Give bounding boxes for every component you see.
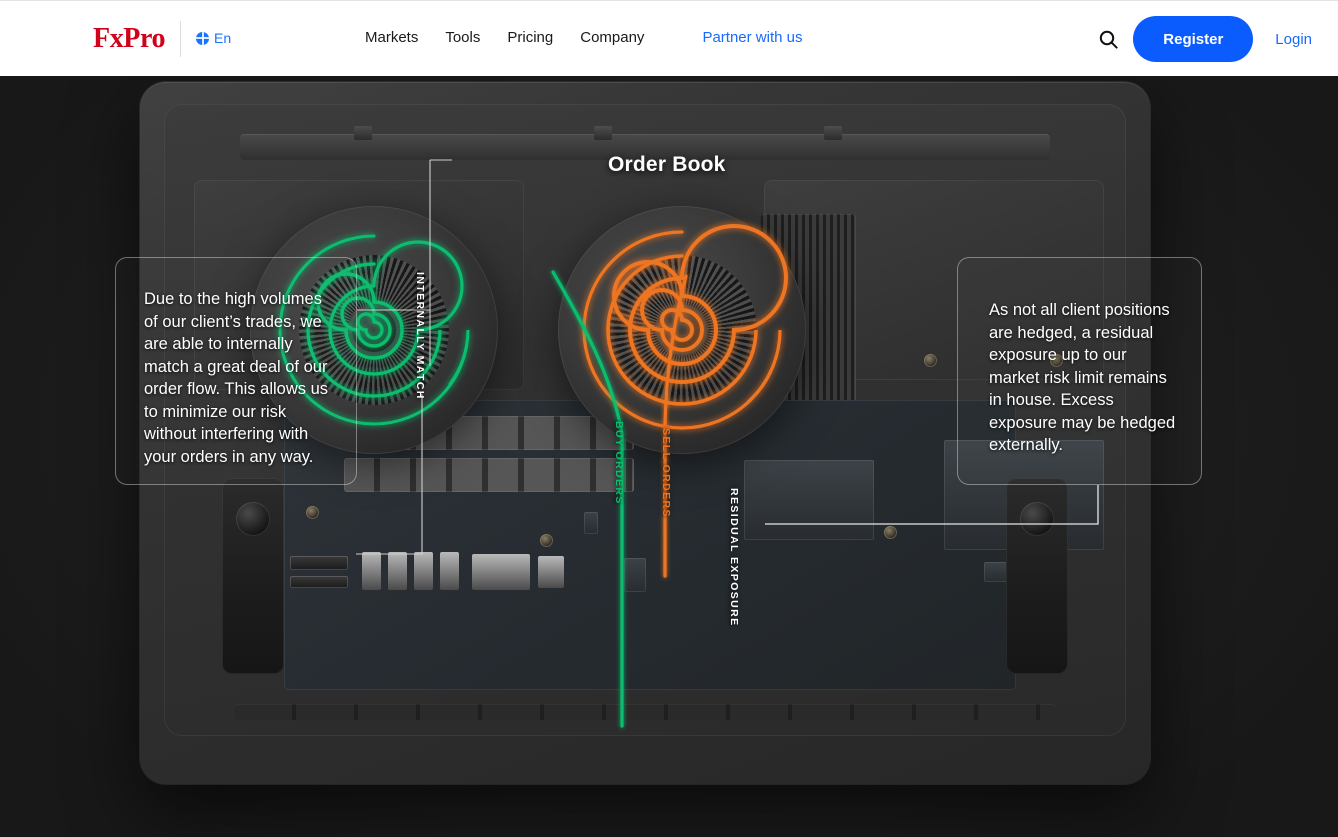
speaker-right <box>1006 478 1068 674</box>
nav-item-tools[interactable]: Tools <box>445 29 507 46</box>
board-screw <box>884 526 897 539</box>
ethernet-port <box>538 556 564 588</box>
usb-port <box>414 552 433 590</box>
board-chip <box>744 460 874 540</box>
nav-item-company[interactable]: Company <box>580 29 671 46</box>
language-selector[interactable]: En <box>196 30 231 46</box>
label-sell-orders: SELL ORDERS <box>660 428 672 518</box>
callout-internally-match: Due to the high volumes of our client’s … <box>115 257 357 485</box>
register-button[interactable]: Register <box>1133 16 1254 62</box>
bottom-vent <box>234 704 1056 720</box>
login-link[interactable]: Login <box>1275 31 1312 48</box>
label-internally-match: INTERNALLY MATCH <box>414 272 426 400</box>
header-divider <box>180 21 181 57</box>
nav-item-partner-with-us[interactable]: Partner with us <box>702 29 802 46</box>
vent-clip <box>594 126 612 140</box>
orange-spiral-trail <box>582 224 788 430</box>
board-connector <box>290 576 348 588</box>
globe-icon <box>196 31 209 45</box>
header-actions: Register Login <box>1091 1 1338 77</box>
vent-clip <box>824 126 842 140</box>
nav-item-pricing[interactable]: Pricing <box>507 29 580 46</box>
board-chip <box>624 558 646 592</box>
hero-stage: Order Book Due to the high volumes of ou… <box>0 76 1338 837</box>
site-header: FxPro En Markets Tools Pricing Company P… <box>0 0 1338 76</box>
speaker-left <box>222 478 284 674</box>
nav-item-markets[interactable]: Markets <box>365 29 445 46</box>
language-label: En <box>214 30 232 46</box>
multi-port-block <box>472 554 530 590</box>
page-title: Order Book <box>608 153 726 176</box>
ram-module <box>344 458 634 492</box>
callout-left-text: Due to the high volumes of our client’s … <box>144 290 329 466</box>
search-icon[interactable] <box>1091 22 1125 56</box>
board-screw <box>540 534 553 547</box>
fxpro-logo[interactable]: FxPro <box>93 23 166 55</box>
vent-clip <box>354 126 372 140</box>
usb-port <box>440 552 459 590</box>
fan-sell-orders <box>558 206 806 454</box>
label-buy-orders: BUY ORDERS <box>613 421 625 505</box>
main-navigation: Markets Tools Pricing Company Partner wi… <box>365 29 802 46</box>
usb-port <box>388 552 407 590</box>
board-connector <box>290 556 348 570</box>
label-residual-exposure: RESIDUAL EXPOSURE <box>728 488 740 627</box>
chassis-screw <box>924 354 937 367</box>
callout-residual-exposure: As not all client positions are hedged, … <box>957 257 1202 485</box>
board-chip <box>584 512 598 534</box>
usb-port <box>362 552 381 590</box>
callout-right-text: As not all client positions are hedged, … <box>989 301 1176 454</box>
board-screw <box>306 506 319 519</box>
